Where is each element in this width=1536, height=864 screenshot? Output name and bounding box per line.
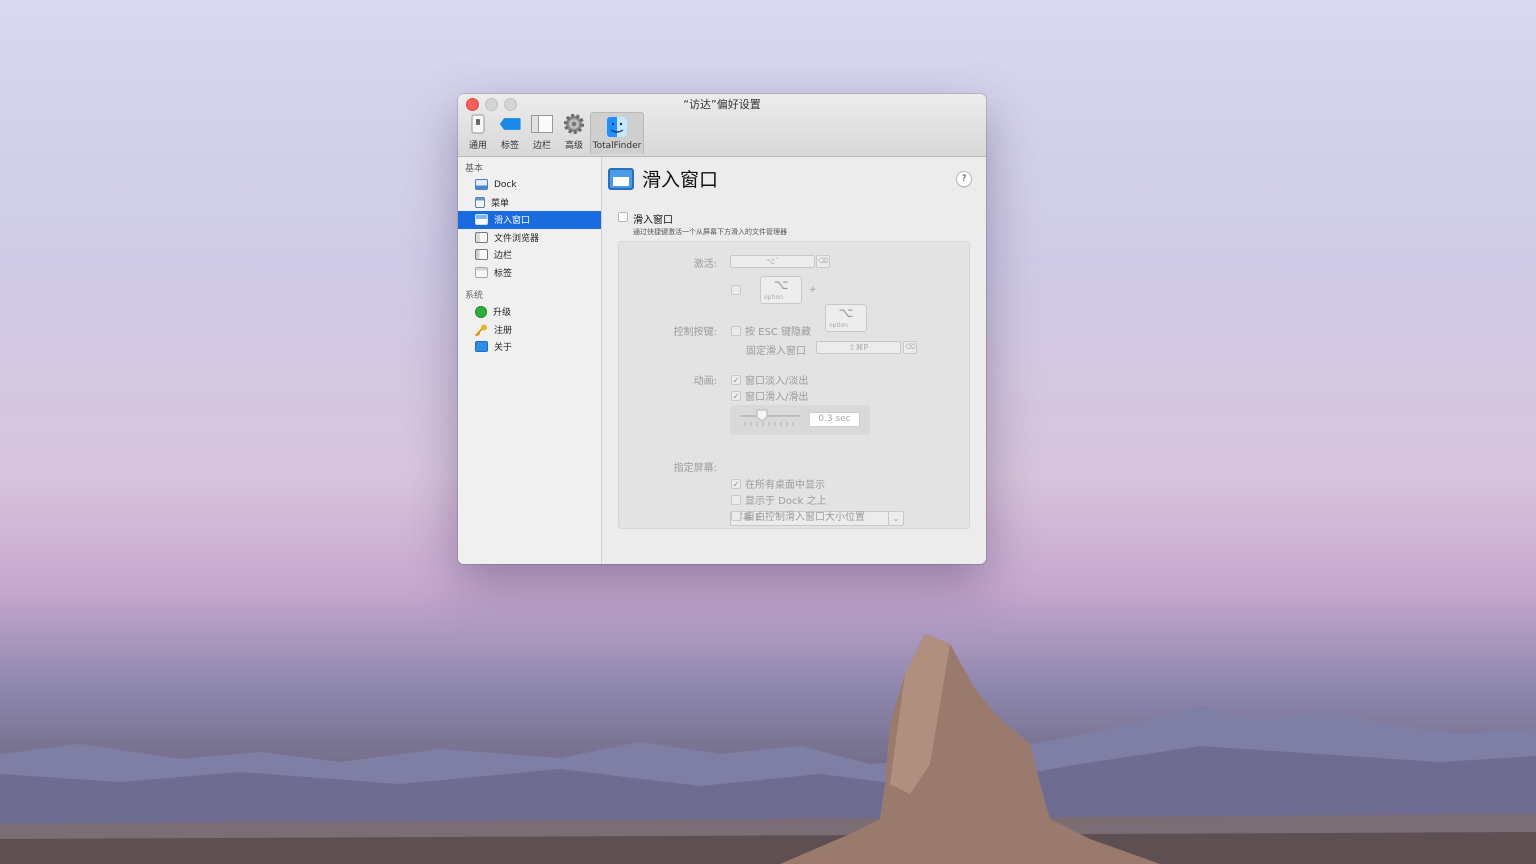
activate-hotkey-field[interactable]: ⌥` <box>730 255 815 268</box>
above-dock-option[interactable]: 显示于 Dock 之上 <box>731 492 826 507</box>
toolbar-general-label: 通用 <box>468 141 487 151</box>
window-title: “访达”偏好设置 <box>683 98 761 111</box>
toolbar-totalfinder[interactable]: TotalFinder <box>590 112 644 154</box>
sidebar-item-about[interactable]: 关于 <box>458 338 601 356</box>
animation-duration-panel: 0.3 sec <box>730 405 870 435</box>
animation-label: 动画: <box>693 376 717 387</box>
pin-visor-label: 固定滑入窗口 <box>746 346 806 357</box>
help-button[interactable]: ? <box>956 171 972 187</box>
above-dock-label: 显示于 Dock 之上 <box>745 496 827 507</box>
toolbar-advanced[interactable]: 高级 <box>558 112 590 154</box>
fade-label: 窗口淡入/淡出 <box>745 376 809 387</box>
sidebar-item-tabs[interactable]: 标签 <box>458 264 601 282</box>
sidebar-item-label: 菜单 <box>491 198 510 209</box>
chevron-down-icon: ⌄ <box>888 512 903 525</box>
preferences-window: “访达”偏好设置 通用 标签 边栏 高级 TotalFinder 基本 Dock… <box>458 94 986 564</box>
fade-checkbox[interactable]: ✓ <box>731 374 741 385</box>
modifier-key-button-2[interactable]: ⌥ option <box>825 304 867 332</box>
sidebar-item-label: 注册 <box>494 325 513 336</box>
screen-label: 指定屏幕: <box>673 463 717 474</box>
finder-icon <box>606 116 628 138</box>
sidebar-item-label: Dock <box>494 179 517 190</box>
toolbar-sidebar-label: 边栏 <box>532 141 551 151</box>
sidebar-item-visor[interactable]: 滑入窗口 <box>458 211 601 229</box>
slide-label: 窗口滑入/滑出 <box>745 392 809 403</box>
sidebar-item-file-browser[interactable]: 文件浏览器 <box>458 229 601 247</box>
sidebar-item-label: 文件浏览器 <box>494 233 540 244</box>
settings-sidebar: 基本 Dock 菜单 滑入窗口 文件浏览器 边栏 标签 系统 升级 注册 关于 <box>458 157 602 564</box>
sidebar-icon <box>475 249 488 261</box>
toolbar-tags[interactable]: 标签 <box>494 112 526 154</box>
pin-hotkey-clear-button[interactable]: ⌫ <box>903 341 917 354</box>
pane-title: 滑入窗口 <box>642 169 719 191</box>
sidebar-item-label: 升级 <box>493 308 512 319</box>
free-size-checkbox[interactable] <box>731 510 741 521</box>
sidebar-item-label: 标签 <box>494 268 513 279</box>
option-key-symbol: ⌥ <box>838 306 854 321</box>
modifier-hotkey-checkbox[interactable] <box>731 285 741 295</box>
modifier-key-button-1[interactable]: ⌥ option <box>760 276 802 304</box>
gear-icon <box>563 113 585 135</box>
free-size-option[interactable]: 自由控制滑入窗口大小位置 <box>731 508 865 523</box>
sidebar-item-label: 关于 <box>494 343 513 354</box>
tag-icon <box>499 113 521 135</box>
upgrade-icon <box>475 305 487 318</box>
sidebar-icon <box>531 113 553 135</box>
enable-visor-description: 通过快捷键激活一个从屏幕下方滑入的文件管理器 <box>633 228 787 236</box>
sidebar-item-upgrade[interactable]: 升级 <box>458 303 601 321</box>
title-bar: “访达”偏好设置 通用 标签 边栏 高级 TotalFinder <box>458 94 986 157</box>
sidebar-item-register[interactable]: 注册 <box>458 321 601 339</box>
activate-hotkey-clear-button[interactable]: ⌫ <box>816 255 830 268</box>
option-key-name: option <box>764 294 783 301</box>
toolbar-sidebar[interactable]: 边栏 <box>526 112 558 154</box>
toolbar-tags-label: 标签 <box>500 141 519 151</box>
duration-field[interactable]: 0.3 sec <box>809 412 860 427</box>
activate-label: 激活: <box>693 259 717 270</box>
about-icon <box>475 341 488 353</box>
sidebar-item-menu[interactable]: 菜单 <box>458 194 601 212</box>
all-desktops-label: 在所有桌面中显示 <box>745 480 825 491</box>
sidebar-item-label: 边栏 <box>494 251 513 262</box>
toolbar: 通用 标签 边栏 高级 TotalFinder <box>462 112 644 154</box>
pin-hotkey-field[interactable]: ⇧⌘P <box>816 341 901 354</box>
plus-sign: + <box>809 285 817 295</box>
all-desktops-option[interactable]: ✓ 在所有桌面中显示 <box>731 476 825 491</box>
toolbar-general[interactable]: 通用 <box>462 112 494 154</box>
free-size-label: 自由控制滑入窗口大小位置 <box>745 512 865 523</box>
key-icon <box>474 324 488 336</box>
sidebar-item-sidebar[interactable]: 边栏 <box>458 246 601 264</box>
esc-hide-checkbox[interactable] <box>731 325 741 336</box>
tab-icon <box>475 266 488 278</box>
toolbar-advanced-label: 高级 <box>564 141 583 151</box>
menu-icon <box>475 196 485 208</box>
option-key-symbol: ⌥ <box>773 278 789 293</box>
option-key-name: option <box>829 322 848 329</box>
slide-checkbox[interactable]: ✓ <box>731 390 741 401</box>
fade-option[interactable]: ✓ 窗口淡入/淡出 <box>731 372 808 387</box>
esc-hide-option[interactable]: 按 ESC 键隐藏 <box>731 323 811 338</box>
settings-pane: 滑入窗口 ? 滑入窗口 通过快捷键激活一个从屏幕下方滑入的文件管理器 激活: ⌥… <box>602 157 986 564</box>
visor-icon <box>475 214 488 226</box>
duration-slider[interactable] <box>730 405 800 435</box>
sidebar-heading-system: 系统 <box>465 291 484 301</box>
visor-options-group: 激活: ⌥` ⌫ ⌥ option + ⌥ option 控制按键: 按 ESC… <box>618 241 970 529</box>
control-keys-label: 控制按键: <box>673 327 717 338</box>
esc-hide-label: 按 ESC 键隐藏 <box>745 327 812 338</box>
desert-landscape <box>0 634 1536 864</box>
switch-icon <box>467 113 489 135</box>
enable-visor-checkbox[interactable] <box>618 212 628 222</box>
browser-icon <box>475 231 488 243</box>
dock-icon <box>475 179 488 191</box>
sidebar-item-label: 滑入窗口 <box>494 216 531 227</box>
above-dock-checkbox[interactable] <box>731 494 741 505</box>
sidebar-heading-basic: 基本 <box>465 164 484 174</box>
slide-option[interactable]: ✓ 窗口滑入/滑出 <box>731 388 808 403</box>
visor-icon <box>608 167 634 190</box>
enable-visor-label: 滑入窗口 <box>633 215 673 226</box>
sidebar-item-dock[interactable]: Dock <box>458 176 601 194</box>
toolbar-totalfinder-label: TotalFinder <box>592 141 642 151</box>
all-desktops-checkbox[interactable]: ✓ <box>731 478 741 489</box>
